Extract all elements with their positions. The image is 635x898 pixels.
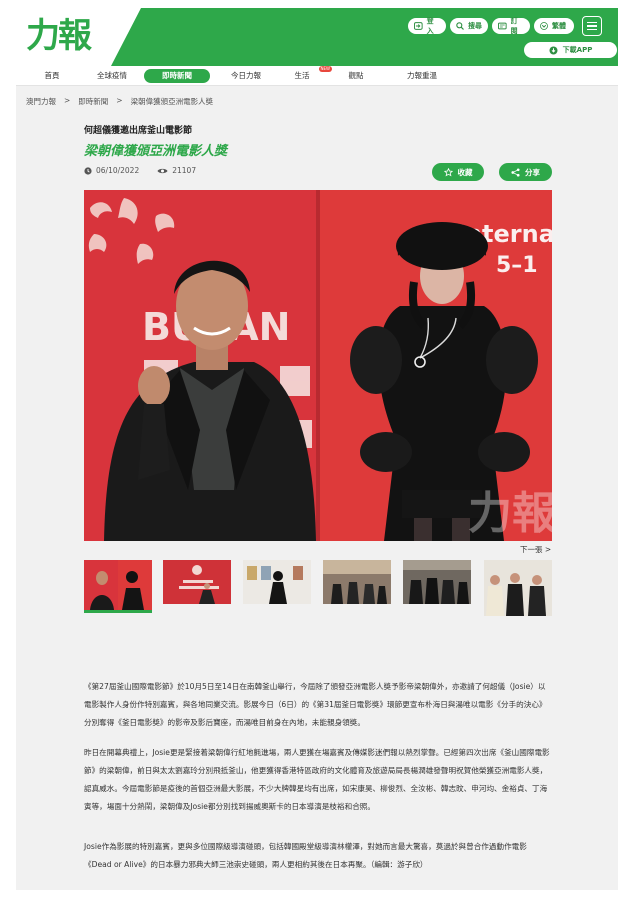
thumbnail-image xyxy=(484,560,552,616)
nav-item-life[interactable]: 生活 NEW xyxy=(284,66,332,83)
article-meta: 06/10/2022 21107 xyxy=(84,166,196,175)
share-label: 分享 xyxy=(525,167,540,177)
download-app-button[interactable]: 下載APP xyxy=(524,42,617,58)
clock-icon xyxy=(84,166,92,175)
hero-right-sign-dates: 5–1 xyxy=(496,253,538,278)
gallery-thumbnail-5[interactable] xyxy=(403,560,471,604)
gallery-thumbnail-4[interactable] xyxy=(323,560,391,604)
article-kicker: 何超儀獲邀出席釜山電影節 xyxy=(84,126,193,136)
subscribe-button[interactable]: 訂閱 xyxy=(492,17,530,35)
site-logo[interactable]: 力報 xyxy=(26,14,110,58)
gallery-thumbnail-3[interactable] xyxy=(243,560,311,604)
nav-item-breaking-news[interactable]: 即時新聞 xyxy=(144,69,210,83)
newspaper-icon xyxy=(498,22,507,30)
hero-photo-illustration: BUSAN Internat 5–1 xyxy=(84,190,552,541)
article-paragraph: Josie作為影展的特別嘉賓，更與多位國際級導演碰頭，包括韓國殿堂級導演林權澤，… xyxy=(84,842,527,869)
thumbnail-image xyxy=(243,560,311,604)
login-button[interactable]: 登入 xyxy=(408,17,446,35)
article-paragraph: 昨日在開幕典禮上，Josie更是緊接着梁朝偉行紅地氈進場，兩人更獲在場嘉賓及傳媒… xyxy=(84,748,550,811)
favorite-label: 收藏 xyxy=(457,167,473,177)
thumbnail-image xyxy=(84,560,152,610)
login-label: 登入 xyxy=(426,17,434,35)
breadcrumb-section[interactable]: 即時新聞 xyxy=(78,96,108,107)
article-views: 21107 xyxy=(172,166,197,175)
main-nav: 首頁 全球疫情 即時新聞 今日力報 生活 NEW 觀點 力報重溫 xyxy=(16,66,618,86)
menu-line xyxy=(587,21,597,24)
login-icon xyxy=(414,22,423,30)
download-app-label: 下載APP xyxy=(562,46,593,54)
next-image-link[interactable]: 下一張 > xyxy=(520,544,551,555)
gallery-thumbnail-6[interactable] xyxy=(484,560,552,616)
share-icon xyxy=(511,167,520,177)
search-label: 搜尋 xyxy=(468,22,482,30)
hamburger-menu-button[interactable] xyxy=(582,16,602,36)
nav-item-archive[interactable]: 力報重溫 xyxy=(394,69,450,83)
share-button[interactable]: 分享 xyxy=(499,163,552,181)
article-headline: 梁朝偉獲頒亞洲電影人獎 xyxy=(84,144,228,159)
thumbnail-image xyxy=(323,560,391,604)
thumbnail-image xyxy=(403,560,471,604)
menu-line xyxy=(587,25,597,27)
hero-watermark: 力報 xyxy=(468,488,552,539)
search-button[interactable]: 搜尋 xyxy=(450,18,488,34)
nav-item-home[interactable]: 首頁 xyxy=(30,69,74,83)
nav-item-life-label: 生活 xyxy=(294,71,310,80)
page: 力報 登入 搜尋 訂閱 繁體 下載APP 首頁 全球疫情 即時新聞 今日力報 生… xyxy=(0,0,635,898)
language-label: 繁體 xyxy=(552,22,566,30)
language-select[interactable]: 繁體 xyxy=(534,18,574,34)
article-paragraph: 《第27屆釜山國際電影節》於10月5日至14日在南韓釜山舉行，今屆除了頒發亞洲電… xyxy=(84,682,547,727)
site-header: 力報 登入 搜尋 訂閱 繁體 下載APP xyxy=(16,8,618,66)
breadcrumb-separator: > xyxy=(64,96,71,105)
favorite-button[interactable]: 收藏 xyxy=(432,163,484,181)
nav-item-today[interactable]: 今日力報 xyxy=(218,69,274,83)
hero-photo[interactable]: BUSAN Internat 5–1 xyxy=(84,190,552,541)
nav-item-pandemic[interactable]: 全球疫情 xyxy=(84,69,140,83)
gallery-thumbnail-2[interactable] xyxy=(163,560,231,604)
chevron-down-icon xyxy=(540,22,548,30)
breadcrumb-separator: > xyxy=(116,96,123,105)
search-icon xyxy=(456,22,464,30)
download-icon xyxy=(549,46,558,54)
star-icon xyxy=(443,167,453,176)
subscribe-label: 訂閱 xyxy=(510,17,518,35)
new-badge: NEW xyxy=(318,66,332,72)
menu-line xyxy=(587,28,597,31)
breadcrumb-home[interactable]: 澳門力報 xyxy=(26,96,56,107)
breadcrumb-current: 梁朝偉獲頒亞洲電影人獎 xyxy=(130,97,214,106)
eye-icon xyxy=(157,168,168,173)
logo-text: 力報 xyxy=(26,16,92,56)
breadcrumb: 澳門力報 > 即時新聞 > 梁朝偉獲頒亞洲電影人獎 xyxy=(26,96,213,107)
gallery-thumbnail-1[interactable] xyxy=(84,560,152,613)
article-date: 06/10/2022 xyxy=(96,166,140,175)
nav-item-opinion[interactable]: 觀點 xyxy=(334,69,378,83)
thumbnail-image xyxy=(163,560,231,604)
